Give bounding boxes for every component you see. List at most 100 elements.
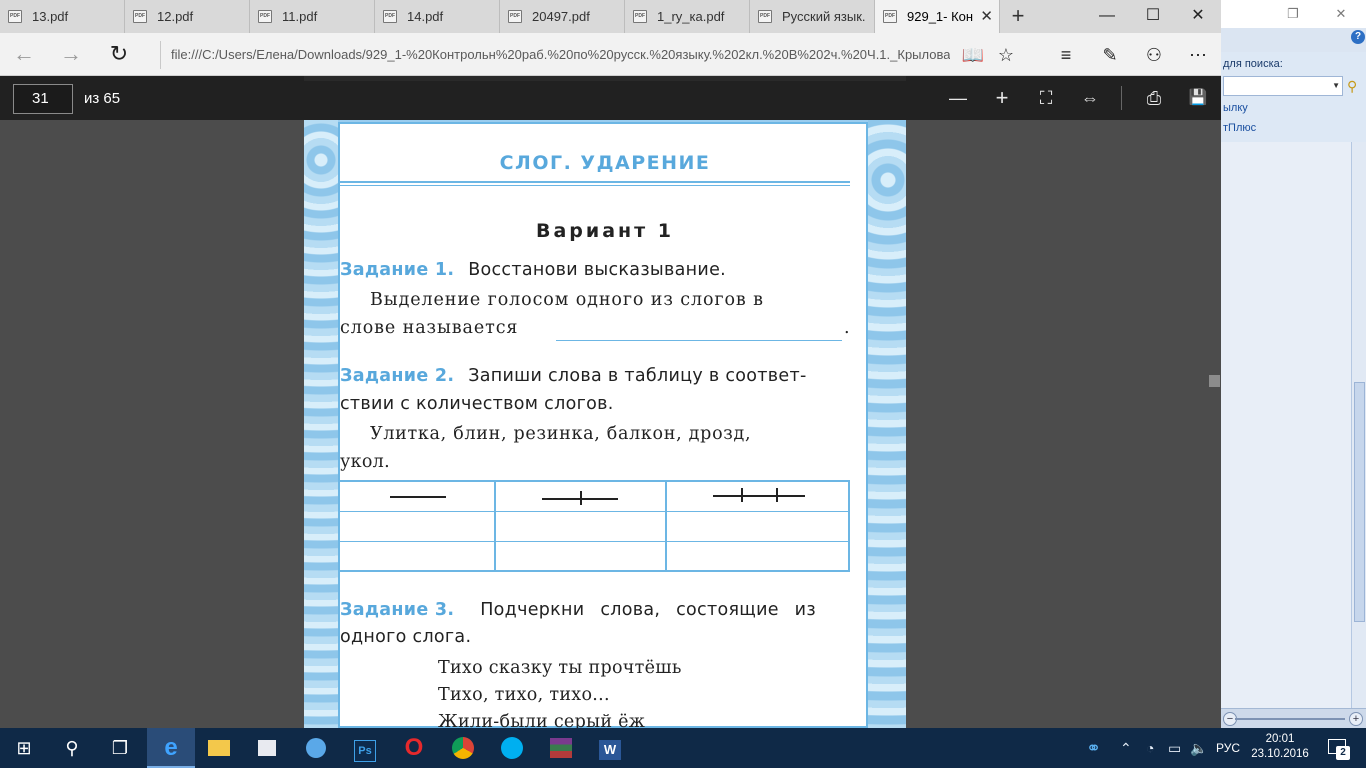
edge-icon[interactable]: e (147, 728, 195, 768)
table-cell[interactable] (496, 513, 665, 541)
task-instruction: Восстанови высказывание. (468, 260, 727, 280)
panel-link[interactable]: ылку (1223, 102, 1248, 114)
maximize-button[interactable]: ☐ (1130, 0, 1176, 33)
tab[interactable]: PDF 20497.pdf (500, 0, 625, 33)
restore-icon[interactable]: ❐ (1273, 4, 1313, 24)
syllable-table (338, 480, 850, 572)
address-bar: ← → ↻ file:///C:/Users/Елена/Downloads/9… (0, 33, 1221, 76)
syllable-tick (741, 488, 743, 502)
chevron-down-icon[interactable]: ▼ (1332, 81, 1340, 90)
tab-label: 929_1- Кон (907, 9, 974, 24)
help-icon[interactable]: ? (1351, 30, 1365, 44)
pdf-viewer[interactable]: СЛОГ. УДАРЕНИЕ Вариант 1 Задание 1. Восс… (0, 120, 1221, 728)
hub-icon[interactable]: ≡ (1050, 39, 1082, 71)
close-button[interactable]: ✕ (1175, 0, 1221, 33)
tab[interactable]: PDF 11.pdf (250, 0, 375, 33)
table-row-divider (340, 511, 848, 512)
zoom-out-icon[interactable]: — (942, 83, 974, 115)
tab[interactable]: PDF Русский язык. (750, 0, 875, 33)
tab-label: 11.pdf (282, 9, 318, 24)
pdf-icon: PDF (508, 10, 522, 23)
search-icon[interactable]: ⚲ (48, 728, 96, 768)
pdf-icon: PDF (258, 10, 272, 23)
variant-heading: Вариант 1 (535, 220, 674, 242)
task-2: Задание 2. Запиши слова в таблицу в соот… (340, 366, 807, 386)
battery-icon[interactable]: ▭ (1168, 728, 1181, 768)
network-assistant-icon[interactable]: ⚭ (1086, 728, 1101, 768)
photoshop-icon[interactable]: Ps (341, 728, 389, 768)
zoom-in-button[interactable]: + (1349, 712, 1363, 726)
tab[interactable]: PDF 12.pdf (125, 0, 250, 33)
table-row-divider (340, 541, 848, 542)
vertical-scrollbar[interactable] (1351, 142, 1366, 708)
notification-center[interactable]: 2 (1322, 728, 1358, 768)
search-icon[interactable]: ⚲ (1347, 76, 1365, 96)
table-cell[interactable] (667, 513, 848, 541)
reading-view-icon[interactable]: 📖 (957, 39, 989, 71)
divider (340, 181, 850, 183)
winrar-icon[interactable] (537, 728, 585, 768)
volume-icon[interactable]: 🔈 (1190, 728, 1207, 768)
table-cell[interactable] (340, 513, 494, 541)
date: 23.10.2016 (1251, 748, 1309, 760)
wifi-icon[interactable]: ◔ (1146, 728, 1154, 768)
close-icon[interactable]: ✕ (1321, 4, 1361, 24)
decorative-border (304, 120, 338, 728)
tab[interactable]: PDF 1_ry_ка.pdf (625, 0, 750, 33)
fit-page-icon[interactable]: ⛶ (1030, 83, 1062, 115)
task-text: слове называется (340, 318, 519, 338)
tab-label: 1_ry_ка.pdf (657, 9, 725, 24)
minimize-button[interactable]: — (1084, 0, 1130, 33)
page-number-input[interactable]: 31 (13, 84, 73, 114)
more-icon[interactable]: ⋯ (1182, 39, 1214, 71)
windows-start-icon[interactable]: ⊞ (0, 728, 48, 768)
fit-width-icon[interactable]: ⇔ (1074, 83, 1106, 115)
chevron-up-icon[interactable]: ⌃ (1120, 728, 1132, 768)
tab-bar: PDF 13.pdf PDF 12.pdf PDF 11.pdf PDF 14.… (0, 0, 1221, 33)
zoom-slider[interactable] (1235, 718, 1345, 720)
language-indicator[interactable]: РУС (1216, 728, 1240, 768)
web-note-icon[interactable]: ✎ (1094, 39, 1126, 71)
search-input[interactable]: ▼ (1223, 76, 1343, 96)
zoom-in-icon[interactable]: + (986, 83, 1018, 115)
tab-label: 20497.pdf (532, 9, 590, 24)
pdf-icon: PDF (383, 10, 397, 23)
word-icon[interactable]: W (586, 728, 634, 768)
store-icon[interactable] (243, 728, 291, 768)
taskbar: ⊞ ⚲ ❐ e Ps O W ⚭ ⌃ ◔ ▭ 🔈 РУС 20:01 23.10… (0, 728, 1366, 768)
chrome-icon[interactable] (439, 728, 487, 768)
time: 20:01 (1265, 733, 1295, 745)
scrollbar-thumb[interactable] (1209, 375, 1220, 387)
task-1: Задание 1. Восстанови высказывание. (340, 260, 726, 280)
one-syllable-mark (390, 496, 446, 498)
skype-icon[interactable] (488, 728, 536, 768)
tab[interactable]: PDF 14.pdf (375, 0, 500, 33)
share-icon[interactable]: ⚇ (1138, 39, 1170, 71)
task-view-icon[interactable]: ❐ (96, 728, 144, 768)
tab-label: 14.pdf (407, 9, 444, 24)
task-instruction: Запиши слова в таблицу в соответ- (468, 366, 807, 386)
file-explorer-icon[interactable] (195, 728, 243, 768)
save-icon[interactable]: 💾 (1182, 83, 1214, 115)
clock[interactable]: 20:01 23.10.2016 (1250, 732, 1310, 762)
panel-link[interactable]: тПлюс (1223, 122, 1256, 134)
url-input[interactable]: file:///C:/Users/Елена/Downloads/929_1-%… (160, 41, 950, 69)
scrollbar-thumb[interactable] (1354, 382, 1365, 622)
new-tab-button[interactable]: + (1004, 0, 1032, 33)
tab-active[interactable]: PDF 929_1- Кон ✕ (875, 0, 1000, 33)
punctuation: . (844, 318, 850, 338)
pdf-icon: PDF (633, 10, 647, 23)
close-tab-icon[interactable]: ✕ (980, 0, 993, 33)
opera-icon[interactable]: O (390, 728, 438, 768)
forward-button[interactable]: → (55, 39, 87, 71)
refresh-button[interactable]: ↻ (103, 39, 135, 71)
favorite-star-icon[interactable]: ☆ (990, 39, 1022, 71)
answer-blank[interactable] (556, 340, 842, 341)
background-window[interactable]: ❐ ✕ ? для поиска: ▼ ⚲ ылку тПлюс − + (1220, 0, 1366, 728)
itunes-icon[interactable] (292, 728, 340, 768)
vertical-scrollbar[interactable] (1208, 120, 1221, 728)
tab[interactable]: PDF 13.pdf (0, 0, 125, 33)
back-button[interactable]: ← (8, 39, 40, 71)
status-bar: − + (1221, 708, 1366, 728)
print-icon[interactable]: ⎙ (1138, 83, 1170, 115)
